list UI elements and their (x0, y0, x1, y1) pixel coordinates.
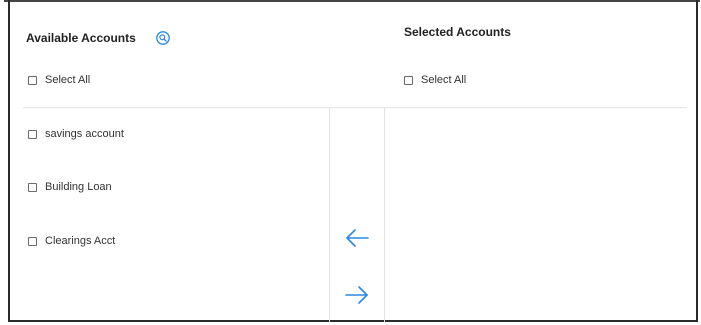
list-item-label: Building Loan (45, 181, 112, 193)
move-left-button[interactable] (343, 226, 371, 250)
available-accounts-title: Available Accounts (26, 31, 136, 45)
available-select-all-label: Select All (45, 74, 91, 86)
available-select-all[interactable]: Select All (28, 72, 90, 88)
header-divider (23, 107, 687, 108)
list-item-checkbox[interactable] (28, 236, 37, 246)
account-picker-panel (8, 0, 698, 322)
arrow-right-icon (345, 286, 368, 304)
selected-select-all-checkbox[interactable] (404, 75, 413, 85)
list-item-label: savings account (45, 128, 124, 140)
column-divider-right (384, 108, 385, 322)
selected-accounts-title: Selected Accounts (404, 25, 511, 39)
selected-select-all-label: Select All (421, 74, 467, 86)
list-item[interactable]: savings account (28, 126, 124, 142)
list-item-checkbox[interactable] (28, 129, 37, 139)
list-item[interactable]: Building Loan (28, 179, 112, 195)
selected-select-all[interactable]: Select All (404, 72, 466, 88)
available-select-all-checkbox[interactable] (28, 75, 37, 85)
move-right-button[interactable] (343, 283, 371, 307)
column-divider-left (329, 108, 330, 322)
arrow-left-icon (346, 229, 369, 247)
list-item[interactable]: Clearings Acct (28, 233, 115, 249)
list-item-label: Clearings Acct (45, 235, 116, 247)
search-icon[interactable] (156, 31, 170, 45)
list-item-checkbox[interactable] (28, 182, 37, 192)
